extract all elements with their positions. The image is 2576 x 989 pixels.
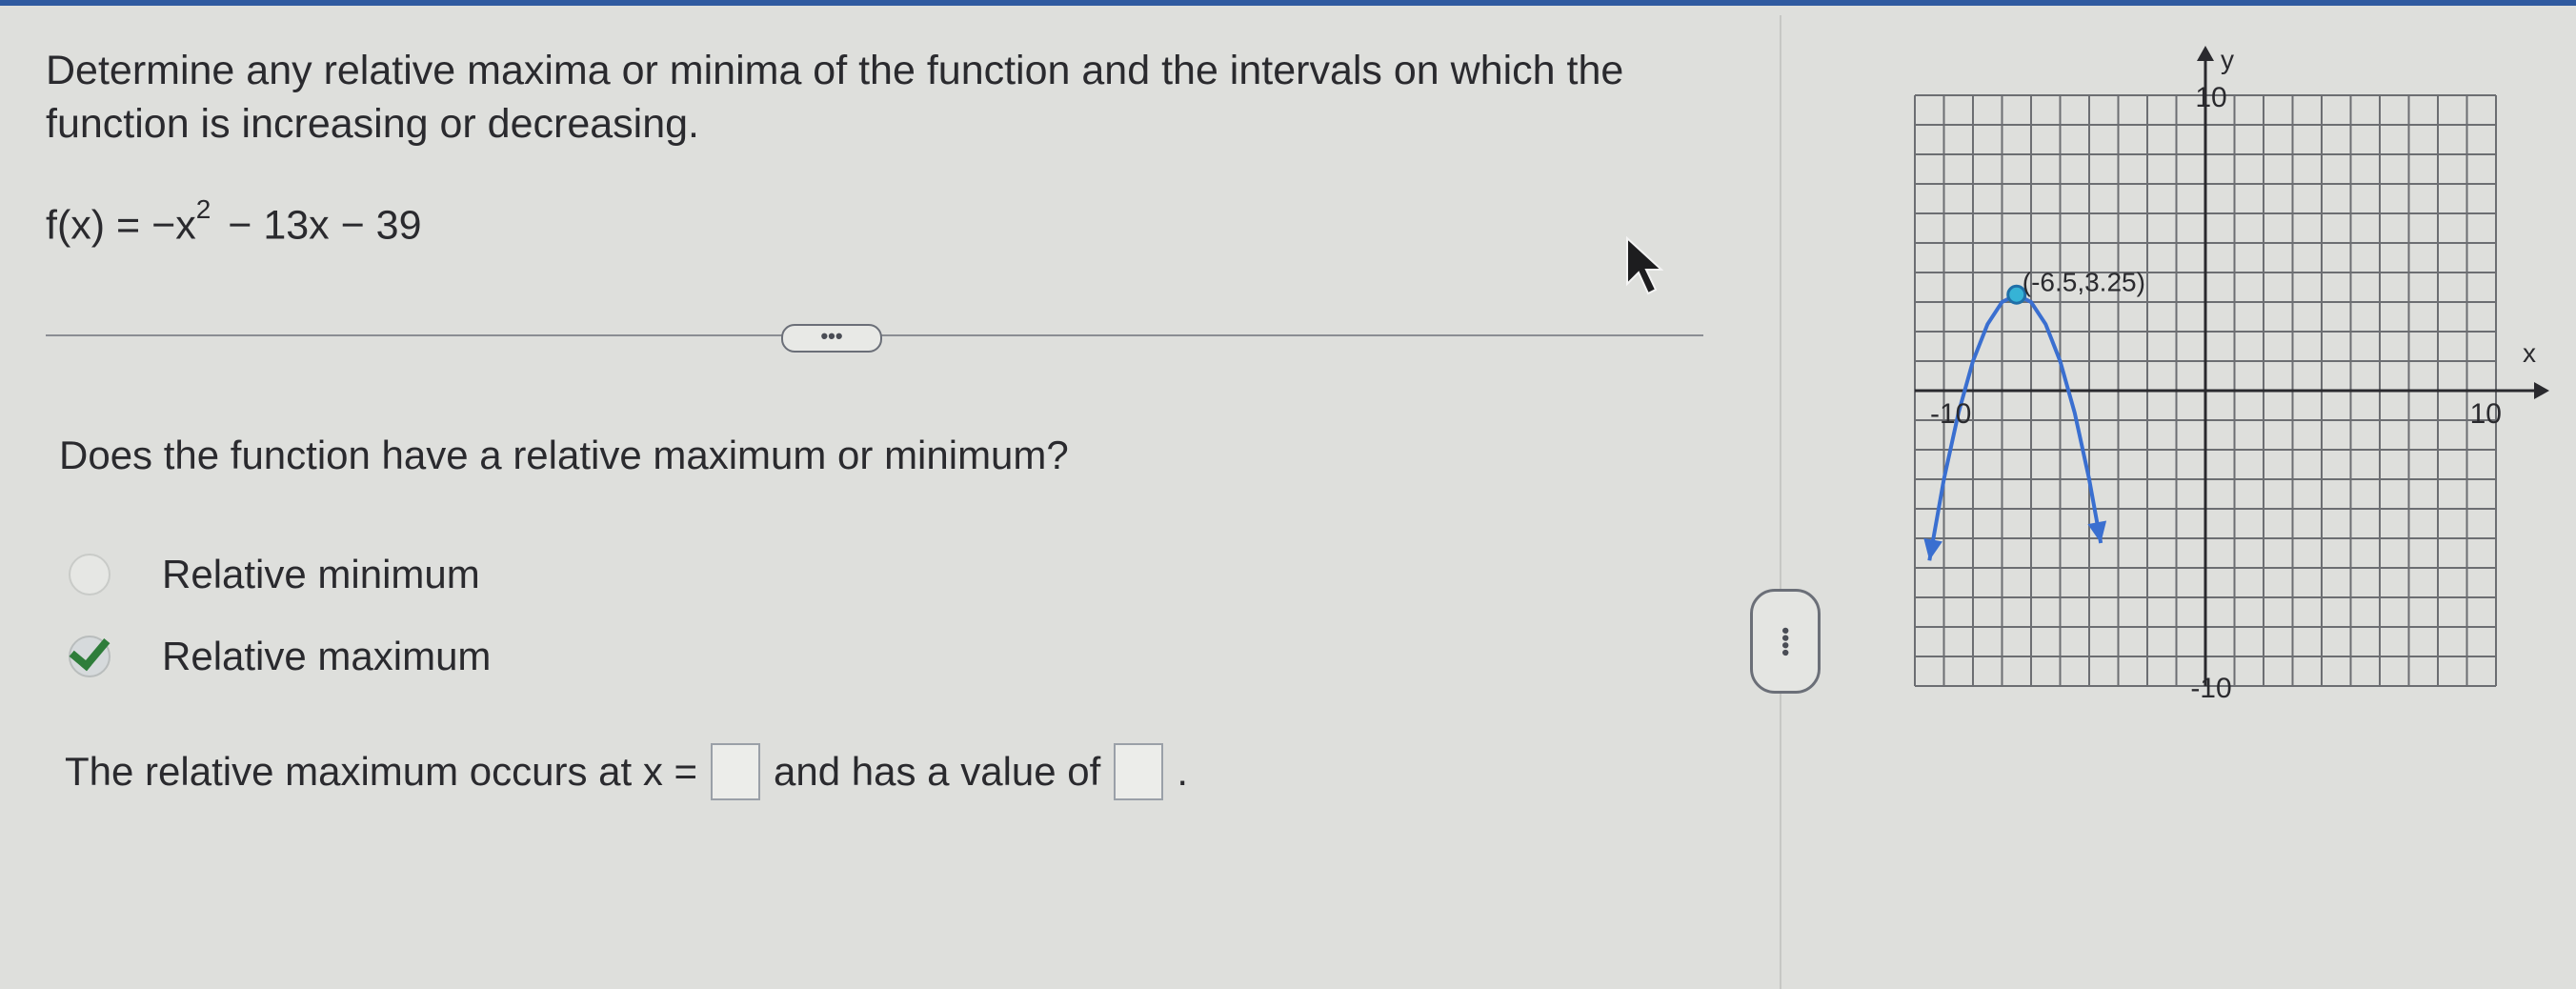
y-max-label: 10: [2195, 82, 2226, 113]
function-exponent: 2: [195, 194, 211, 224]
y-axis-label: y: [2221, 45, 2234, 74]
answer-text-middle: and has a value of: [774, 749, 1101, 794]
graph-panel: (-6.5,3.25) -10 10 10 -10 x y: [1914, 45, 2549, 704]
answer-line: The relative maximum occurs at x = and h…: [65, 743, 1188, 800]
checkmark-icon: [69, 628, 111, 672]
y-min-label: -10: [2190, 673, 2231, 704]
top-bar: [0, 0, 2576, 6]
function-lhs: f(x) = −x: [46, 202, 196, 249]
graph-axes: [1915, 46, 2549, 686]
option-relative-maximum[interactable]: Relative maximum: [69, 628, 492, 680]
function-rest: − 13x − 39: [228, 202, 422, 249]
vertex-label: (-6.5,3.25): [2023, 267, 2145, 296]
option-relative-minimum[interactable]: Relative minimum: [69, 551, 480, 598]
option-label-maximum: Relative maximum: [162, 634, 492, 678]
answer-text-after: .: [1177, 749, 1188, 794]
x-axis-arrow-icon: [2534, 382, 2549, 399]
x-min-label: -10: [1930, 398, 1971, 430]
radio-button-maximum[interactable]: [69, 628, 111, 677]
show-more-button[interactable]: •••: [781, 324, 882, 353]
y-axis-arrow-icon: [2197, 46, 2214, 61]
panel-resize-handle[interactable]: ••••: [1750, 589, 1821, 694]
panel-divider: [1780, 15, 1781, 989]
function-formula: f(x) = −x2 − 13x − 39: [46, 194, 422, 249]
x-value-input[interactable]: [711, 743, 761, 800]
sub-question: Does the function have a relative maximu…: [59, 433, 1069, 477]
mouse-cursor-icon: [1626, 236, 1663, 295]
question-prompt: Determine any relative maxima or minima …: [46, 48, 1624, 147]
x-max-label: 10: [2470, 398, 2502, 430]
curve-arrow-left-icon: [1923, 537, 1942, 561]
curve-arrow-right-icon: [2087, 520, 2107, 543]
answer-text-before: The relative maximum occurs at x =: [65, 749, 698, 794]
option-label-minimum: Relative minimum: [162, 552, 480, 596]
x-axis-label: x: [2523, 338, 2536, 368]
radio-button-minimum[interactable]: [69, 554, 111, 595]
y-value-input[interactable]: [1114, 743, 1164, 800]
